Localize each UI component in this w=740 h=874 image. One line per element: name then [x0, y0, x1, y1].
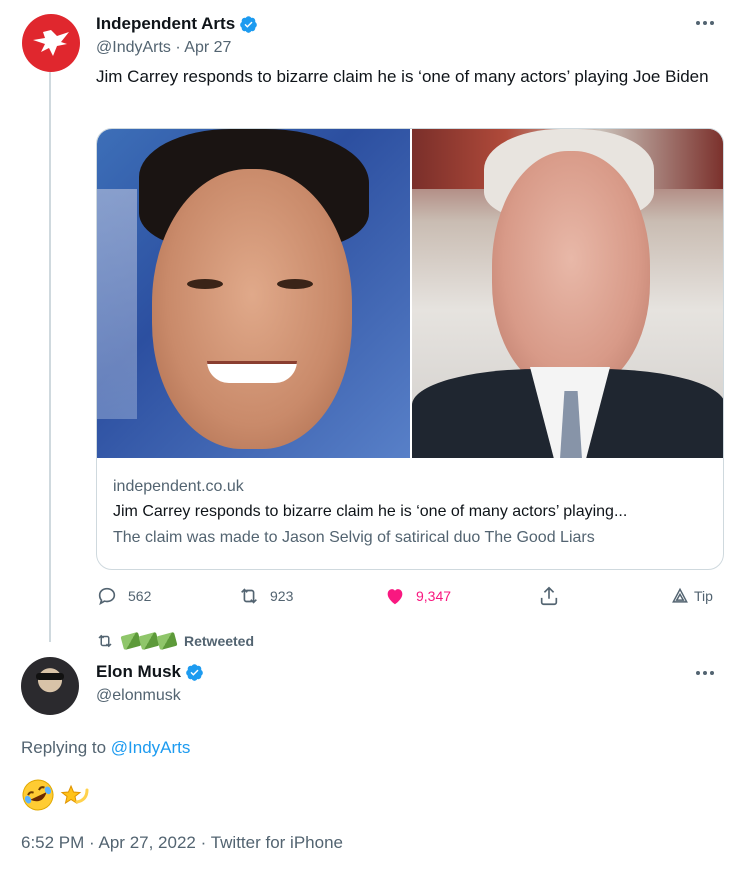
reply-emoji-content: [21, 778, 91, 812]
reply-author-name[interactable]: Elon Musk: [96, 662, 181, 682]
retweet-small-icon: [98, 634, 112, 648]
card-description: The claim was made to Jason Selvig of sa…: [113, 529, 595, 546]
retweeted-indicator: Retweeted: [96, 630, 254, 652]
retweet-count: 923: [270, 588, 294, 604]
tip-button[interactable]: Tip: [670, 582, 713, 610]
tip-icon: [672, 587, 688, 603]
reply-more-options-icon[interactable]: [696, 668, 720, 678]
original-tweet[interactable]: Independent Arts @IndyArts · Apr 27 Jim …: [96, 12, 726, 89]
reply-time[interactable]: 6:52 PM: [21, 833, 84, 852]
jim-carrey-photo: [97, 129, 410, 458]
dizzy-star-icon: [60, 784, 89, 805]
author-handle[interactable]: @IndyArts: [96, 39, 171, 56]
reply-button[interactable]: 562: [96, 582, 151, 610]
thread-connector-line: [49, 72, 51, 642]
card-domain: independent.co.uk: [113, 478, 244, 495]
replying-to-link[interactable]: @IndyArts: [111, 738, 191, 757]
tweet-text: Jim Carrey responds to bizarre claim he …: [96, 67, 709, 86]
handle-and-date: @IndyArts · Apr 27: [96, 39, 232, 56]
joe-biden-photo: [412, 129, 723, 458]
more-options-icon[interactable]: [696, 18, 720, 28]
elon-musk-avatar[interactable]: [21, 657, 79, 715]
card-image: [97, 129, 723, 458]
author-name[interactable]: Independent Arts: [96, 14, 235, 34]
reply-metadata: 6:52 PM · Apr 27, 2022 · Twitter for iPh…: [21, 833, 343, 852]
tweet-action-bar: 562 923 9,347 Tip: [96, 582, 726, 610]
reply-tweet-header: Elon Musk @elonmusk: [96, 660, 204, 708]
retweet-icon: [241, 588, 257, 604]
share-button[interactable]: [538, 582, 560, 610]
tweet-date[interactable]: Apr 27: [184, 39, 231, 56]
tip-label: Tip: [694, 588, 713, 604]
reply-date[interactable]: Apr 27, 2022: [99, 833, 196, 852]
card-title: Jim Carrey responds to bizarre claim he …: [113, 503, 628, 520]
retweeted-label: Retweeted: [184, 633, 255, 649]
replying-to-line: Replying to @IndyArts: [21, 738, 191, 757]
eagle-logo-icon: [33, 30, 69, 56]
reply-icon: [98, 587, 116, 606]
link-preview-card[interactable]: independent.co.uk Jim Carrey responds to…: [96, 128, 724, 570]
share-icon: [540, 586, 558, 606]
rolling-on-floor-laughing-icon: [22, 779, 54, 811]
money-emoji-icons: [120, 631, 178, 651]
retweet-button[interactable]: 923: [238, 582, 293, 610]
verified-badge-icon: [240, 15, 257, 33]
independent-arts-avatar[interactable]: [22, 14, 80, 72]
reply-author-handle[interactable]: @elonmusk: [96, 684, 204, 708]
heart-filled-icon: [387, 589, 403, 605]
reply-count: 562: [128, 588, 152, 604]
reply-source: Twitter for iPhone: [210, 833, 343, 852]
like-button[interactable]: 9,347: [384, 582, 451, 610]
verified-badge-icon: [186, 663, 203, 681]
like-count: 9,347: [416, 588, 452, 604]
